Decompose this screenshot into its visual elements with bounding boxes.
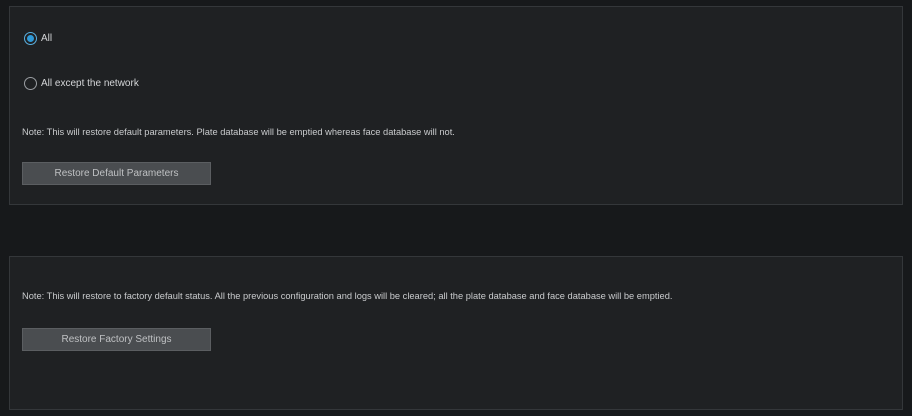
- radio-unchecked-icon[interactable]: [24, 77, 37, 90]
- restore-default-panel: All All except the network Note: This wi…: [9, 6, 903, 205]
- radio-option-all-except-network[interactable]: All except the network: [24, 77, 139, 90]
- restore-factory-panel: Note: This will restore to factory defau…: [9, 256, 903, 410]
- radio-checked-icon[interactable]: [24, 32, 37, 45]
- radio-label-all: All: [41, 33, 53, 44]
- restore-factory-settings-button[interactable]: Restore Factory Settings: [22, 328, 211, 351]
- restore-page: All All except the network Note: This wi…: [0, 0, 912, 416]
- restore-default-parameters-button[interactable]: Restore Default Parameters: [22, 162, 211, 185]
- restore-default-note: Note: This will restore default paramete…: [22, 127, 455, 137]
- radio-option-all[interactable]: All: [24, 32, 52, 45]
- radio-label-all-except-network: All except the network: [41, 78, 139, 89]
- restore-factory-note: Note: This will restore to factory defau…: [22, 291, 673, 301]
